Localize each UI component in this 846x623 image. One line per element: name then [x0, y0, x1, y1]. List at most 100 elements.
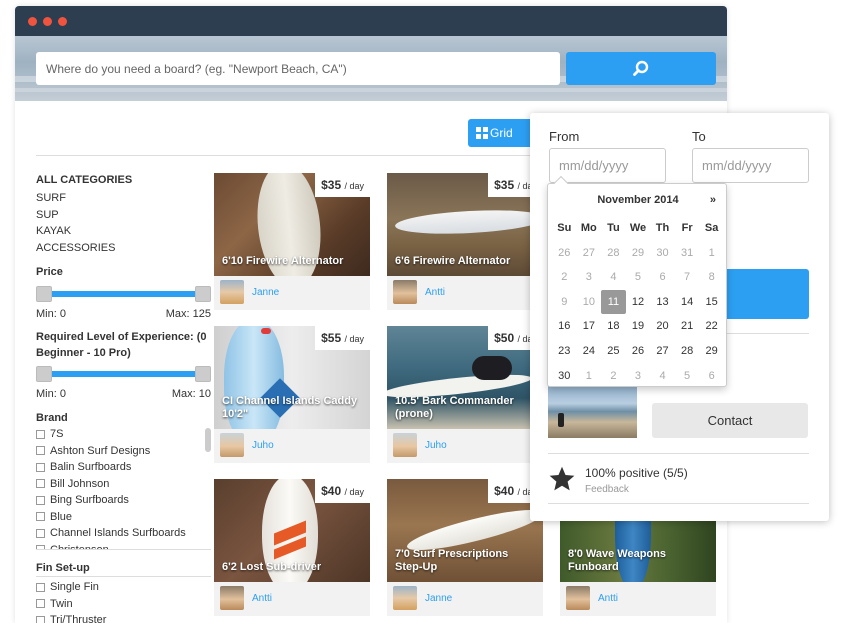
feedback-link[interactable]: Feedback — [585, 484, 629, 495]
owner-name[interactable]: Janne — [425, 593, 452, 604]
owner-name[interactable]: Juho — [252, 440, 274, 451]
category-accessories[interactable]: ACCESSORIES — [36, 240, 211, 257]
brand-option[interactable]: Bill Johnson — [36, 476, 211, 493]
owner-name[interactable]: Antti — [252, 593, 272, 604]
divider — [548, 503, 809, 504]
fin-option[interactable]: Single Fin — [36, 579, 211, 596]
listing-title[interactable]: 7'0 Surf Prescriptions Step-Up — [395, 548, 537, 574]
listing-title[interactable]: 6'6 Firewire Alternator — [395, 255, 537, 268]
calendar-day[interactable]: 21 — [675, 314, 700, 339]
calendar-day[interactable]: 28 — [675, 339, 700, 364]
experience-range-slider[interactable] — [36, 366, 211, 382]
listing-title[interactable]: 6'2 Lost Sub-driver — [222, 561, 364, 574]
category-kayak[interactable]: KAYAK — [36, 223, 211, 240]
all-categories-link[interactable]: ALL CATEGORIES — [36, 174, 211, 186]
calendar-day[interactable]: 16 — [552, 314, 577, 339]
listing-card[interactable]: $35 / day 6'6 Firewire Alternator Antti — [387, 173, 543, 310]
maximize-window-dot[interactable] — [58, 17, 67, 26]
calendar-day[interactable]: 12 — [626, 290, 651, 315]
owner-name[interactable]: Janne — [252, 287, 279, 298]
minimize-window-dot[interactable] — [43, 17, 52, 26]
calendar-day[interactable]: 25 — [601, 339, 626, 364]
search-button[interactable] — [566, 52, 716, 85]
calendar-day[interactable]: 15 — [699, 290, 724, 315]
listing-owner[interactable]: Antti — [393, 280, 445, 304]
brand-option[interactable]: Ashton Surf Designs — [36, 443, 211, 460]
calendar-day: 5 — [634, 271, 642, 284]
brand-option[interactable]: Christenson — [36, 542, 211, 549]
listing-card[interactable]: $40 / day 7'0 Surf Prescriptions Step-Up… — [387, 479, 543, 616]
listing-owner[interactable]: Juho — [220, 433, 274, 457]
brand-option[interactable]: Balin Surfboards — [36, 459, 211, 476]
calendar-day[interactable]: 22 — [699, 314, 724, 339]
category-sup[interactable]: SUP — [36, 207, 211, 224]
calendar-day[interactable]: 19 — [626, 314, 651, 339]
listing-card[interactable]: $35 / day 6'10 Firewire Alternator Janne — [214, 173, 370, 310]
checkbox[interactable] — [36, 479, 45, 489]
calendar-day[interactable]: 14 — [675, 290, 700, 315]
location-search-input[interactable] — [36, 52, 560, 85]
calendar-day[interactable]: 18 — [601, 314, 626, 339]
owner-name[interactable]: Antti — [425, 287, 445, 298]
from-date-input[interactable]: mm/dd/yyyy — [549, 148, 666, 183]
listing-owner[interactable]: Juho — [393, 433, 447, 457]
calendar-day[interactable]: 26 — [626, 339, 651, 364]
book-button[interactable] — [722, 269, 809, 319]
listing-card[interactable]: $40 / day 6'2 Lost Sub-driver Antti — [214, 479, 370, 616]
price-range-slider[interactable] — [36, 286, 211, 302]
to-date-input[interactable]: mm/dd/yyyy — [692, 148, 809, 183]
brand-option[interactable]: Bing Surfboards — [36, 492, 211, 509]
calendar-day[interactable]: 13 — [650, 290, 675, 315]
calendar-day[interactable]: 20 — [650, 314, 675, 339]
calendar-day[interactable]: 23 — [552, 339, 577, 364]
price-max-handle[interactable] — [195, 286, 211, 302]
brand-option[interactable]: Blue — [36, 509, 211, 526]
category-surf[interactable]: SURF — [36, 190, 211, 207]
listing-title[interactable]: 10.5' Bark Commander (prone) — [395, 395, 537, 421]
listing-owner[interactable]: Janne — [393, 586, 452, 610]
experience-min-handle[interactable] — [36, 366, 52, 382]
price-min-handle[interactable] — [36, 286, 52, 302]
next-month-button[interactable]: » — [710, 194, 716, 206]
checkbox[interactable] — [36, 512, 45, 522]
owner-name[interactable]: Juho — [425, 440, 447, 451]
brand-option[interactable]: Channel Islands Surfboards — [36, 525, 211, 542]
brand-list-scrollbar[interactable] — [205, 428, 211, 452]
listing-card[interactable]: $50 / day 10.5' Bark Commander (prone) J… — [387, 326, 543, 463]
calendar-day[interactable]: 17 — [577, 314, 602, 339]
listing-title[interactable]: 8'0 Wave Weapons Funboard — [568, 548, 710, 574]
calendar-day[interactable]: 30 — [552, 364, 577, 389]
checkbox[interactable] — [36, 545, 45, 549]
fin-option[interactable]: Tri/Thruster — [36, 612, 211, 623]
checkbox[interactable] — [36, 615, 45, 623]
fin-option[interactable]: Twin — [36, 596, 211, 613]
checkbox[interactable] — [36, 495, 45, 505]
brand-option[interactable]: 7S — [36, 426, 211, 443]
checkbox[interactable] — [36, 446, 45, 456]
listing-owner[interactable]: Antti — [220, 586, 272, 610]
listing-title[interactable]: CI Channel Islands Caddy 10'2" — [222, 395, 364, 421]
calendar-day[interactable]: 24 — [577, 339, 602, 364]
listing-card[interactable]: $55 / day CI Channel Islands Caddy 10'2"… — [214, 326, 370, 463]
checkbox[interactable] — [36, 429, 45, 439]
close-window-dot[interactable] — [28, 17, 37, 26]
listing-title[interactable]: 6'10 Firewire Alternator — [222, 255, 364, 268]
experience-max-handle[interactable] — [195, 366, 211, 382]
checkbox[interactable] — [36, 599, 45, 609]
calendar-day[interactable]: 29 — [699, 339, 724, 364]
calendar-day[interactable]: 27 — [650, 339, 675, 364]
checkbox[interactable] — [36, 528, 45, 538]
experience-min-value: Min: 0 — [36, 388, 66, 400]
avatar — [220, 586, 244, 610]
listing-owner[interactable]: Antti — [566, 586, 618, 610]
checkbox[interactable] — [36, 462, 45, 472]
selected-day[interactable]: 11 — [601, 289, 626, 315]
calendar-week: 2 3 4 5 6 7 8 — [552, 265, 724, 290]
checkbox[interactable] — [36, 582, 45, 592]
contact-button[interactable]: Contact — [652, 403, 808, 438]
listing-owner[interactable]: Janne — [220, 280, 279, 304]
owner-name[interactable]: Antti — [598, 593, 618, 604]
avatar — [393, 433, 417, 457]
price-min-value: Min: 0 — [36, 308, 66, 320]
calendar-week: 9 10 11 12 13 14 15 — [552, 289, 724, 315]
